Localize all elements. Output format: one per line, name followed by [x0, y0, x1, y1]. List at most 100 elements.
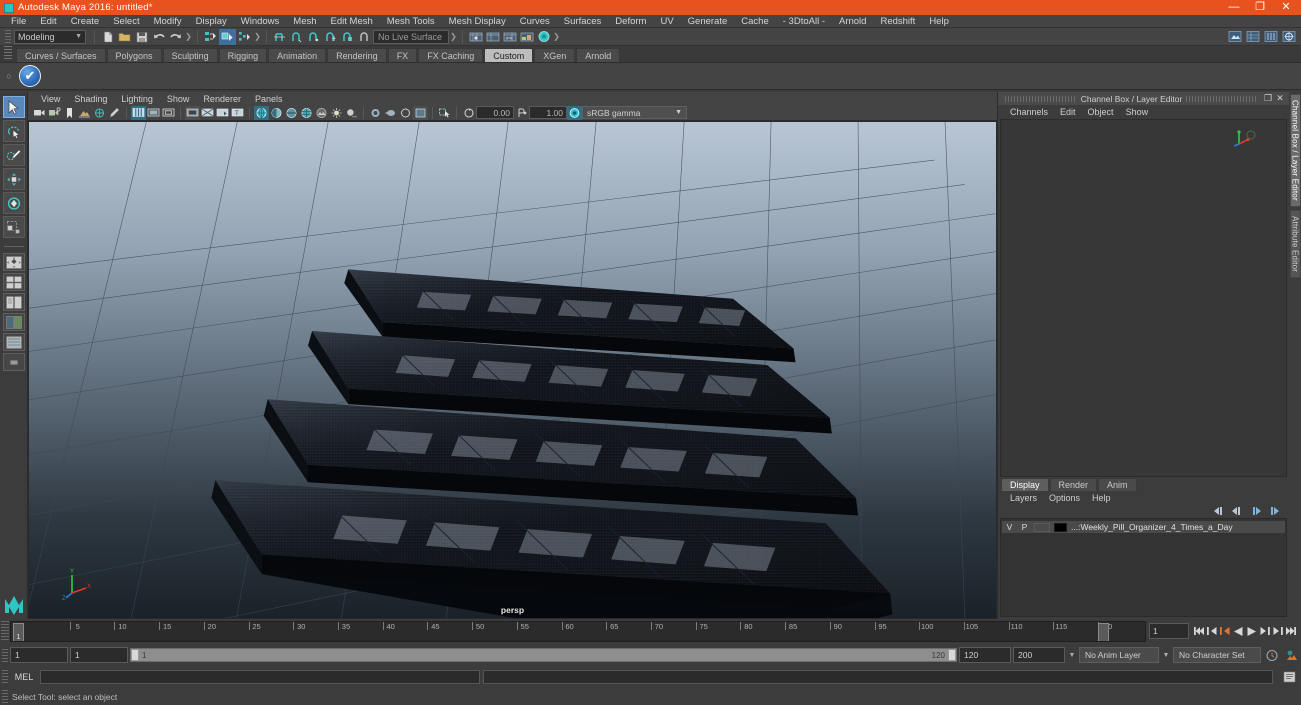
safe-title-icon[interactable]: T [230, 106, 245, 120]
menu-item-redshift[interactable]: Redshift [873, 15, 922, 28]
anim-layer-selector[interactable]: No Anim Layer [1079, 647, 1159, 663]
shelf-tab-fx[interactable]: FX [387, 48, 418, 62]
layer-move-last-icon[interactable] [1269, 506, 1281, 516]
range-start-field[interactable]: 1 [70, 647, 128, 663]
show-hide-tool-settings-icon[interactable] [484, 29, 501, 45]
step-back-keyframe-icon[interactable] [1206, 623, 1219, 639]
anim-layer-chevron-icon[interactable]: ▼ [1161, 652, 1171, 659]
play-forwards-icon[interactable] [1245, 623, 1258, 639]
menu-item-cache[interactable]: Cache [734, 15, 775, 28]
wireframe-on-shaded-icon[interactable] [299, 106, 314, 120]
step-back-frame-icon[interactable] [1219, 623, 1232, 639]
layer-menu-layers[interactable]: Layers [1004, 493, 1043, 503]
show-hide-channel-box-icon[interactable]: IPR [501, 29, 518, 45]
range-bar[interactable]: 1 120 [130, 648, 957, 662]
shelf-tab-fx-caching[interactable]: FX Caching [418, 48, 484, 62]
menu-item-uv[interactable]: UV [653, 15, 680, 28]
exposure-field[interactable]: 0.00 [476, 106, 514, 119]
menu-item-windows[interactable]: Windows [234, 15, 287, 28]
menu-item-curves[interactable]: Curves [513, 15, 557, 28]
shelf-tab-polygons[interactable]: Polygons [106, 48, 162, 62]
play-backwards-icon[interactable] [1232, 623, 1245, 639]
render-current-frame-icon[interactable] [1226, 29, 1243, 45]
select-by-object-icon[interactable] [219, 28, 236, 45]
single-perspective-layout[interactable] [2, 253, 25, 271]
new-scene-icon[interactable] [99, 29, 116, 45]
resolution-gate-icon[interactable] [161, 106, 176, 120]
two-pane-side-layout[interactable] [2, 293, 25, 311]
shelf-tab-sculpting[interactable]: Sculpting [162, 48, 218, 62]
select-by-hierarchy-icon[interactable] [202, 29, 219, 45]
move-tool[interactable] [2, 168, 25, 190]
safe-action-icon[interactable] [215, 106, 230, 120]
animation-end-field[interactable]: 200 [1013, 647, 1065, 663]
viewport-menu-view[interactable]: View [34, 94, 67, 104]
film-gate-icon[interactable] [146, 106, 161, 120]
layer-row[interactable]: V P ...:Weekly_Pill_Organizer_4_Times_a_Da… [1002, 521, 1285, 533]
character-set-selector[interactable]: No Character Set [1173, 647, 1261, 663]
depth-of-field-icon[interactable] [413, 105, 428, 120]
range-bar-start-grip[interactable] [131, 649, 139, 661]
menu-item-surfaces[interactable]: Surfaces [557, 15, 609, 28]
command-language-label[interactable]: MEL [11, 672, 37, 682]
shelf-tab-rendering[interactable]: Rendering [327, 48, 387, 62]
menu-item-edit-mesh[interactable]: Edit Mesh [324, 15, 380, 28]
menu-item-file[interactable]: File [4, 15, 33, 28]
color-management-selector[interactable]: sRGB gamma ▼ [582, 106, 687, 119]
layer-tab-display[interactable]: Display [1001, 478, 1049, 491]
shelf-tab-animation[interactable]: Animation [268, 48, 327, 62]
bookmark-icon[interactable] [62, 106, 77, 120]
persp-outliner-layout[interactable] [2, 333, 25, 351]
command-input[interactable] [40, 669, 480, 684]
layer-menu-options[interactable]: Options [1043, 493, 1086, 503]
grid-icon[interactable] [131, 105, 146, 120]
animation-start-field[interactable]: 1 [10, 647, 68, 663]
snap-to-point-icon[interactable] [305, 29, 322, 45]
shelf-tab-xgen[interactable]: XGen [534, 48, 576, 62]
gamma-field[interactable]: 1.00 [529, 106, 567, 119]
step-forward-keyframe-icon[interactable] [1271, 623, 1284, 639]
menu-item-create[interactable]: Create [64, 15, 107, 28]
time-slider-track[interactable]: 1 5 10 15 20 25 30 35 40 45 50 55 60 65 70 75 80 85 90 95 1… [10, 620, 1146, 642]
menu-item-modify[interactable]: Modify [147, 15, 189, 28]
blue-check-shelf-icon[interactable]: ✔ [19, 65, 41, 87]
save-scene-icon[interactable] [133, 29, 150, 45]
two-d-pan-zoom-icon[interactable] [92, 106, 107, 120]
shelf-tab-curves-surfaces[interactable]: Curves / Surfaces [16, 48, 106, 62]
render-globe-icon[interactable] [535, 29, 552, 45]
lasso-select-tool[interactable] [2, 120, 25, 142]
undock-icon[interactable]: ❐ [1262, 93, 1274, 104]
script-editor-icon[interactable] [1281, 670, 1297, 684]
open-scene-icon[interactable] [116, 29, 133, 45]
snap-to-curve-icon[interactable] [288, 29, 305, 45]
gamma-reset-icon[interactable] [514, 106, 529, 120]
show-hide-attribute-editor-icon[interactable] [467, 29, 484, 45]
more-layouts[interactable] [2, 353, 25, 371]
layer-tab-render[interactable]: Render [1049, 478, 1098, 491]
statusline-section-toggle-2[interactable]: ❯ [253, 30, 262, 44]
two-pane-stacked-layout[interactable] [2, 313, 25, 331]
layer-move-down-icon[interactable] [1250, 506, 1262, 516]
shelf-collapse-handle[interactable] [4, 46, 12, 61]
playback-options-chevron-icon[interactable]: ▼ [1067, 652, 1077, 659]
motion-blur-icon[interactable] [383, 106, 398, 120]
ipr-render-icon[interactable] [1244, 29, 1261, 45]
maximize-button[interactable]: ❐ [1247, 0, 1273, 15]
grease-pencil-icon[interactable] [107, 106, 122, 120]
menu-item-arnold[interactable]: Arnold [832, 15, 873, 28]
shelf-tab-arnold[interactable]: Arnold [576, 48, 621, 62]
film-origin-icon[interactable] [200, 106, 215, 120]
viewport-menu-panels[interactable]: Panels [248, 94, 290, 104]
side-tab-channel-box-layer-editor[interactable]: Channel Box / Layer Editor [1289, 94, 1301, 207]
menu-item-deform[interactable]: Deform [608, 15, 653, 28]
viewport-menu-lighting[interactable]: Lighting [114, 94, 160, 104]
statusline-collapse-handle[interactable] [5, 29, 11, 44]
render-settings-icon[interactable] [1262, 29, 1279, 45]
shelf-tab-custom[interactable]: Custom [484, 48, 534, 62]
layer-visibility-toggle[interactable]: V [1004, 522, 1015, 532]
layer-tab-anim[interactable]: Anim [1098, 478, 1137, 491]
live-surface-field[interactable]: No Live Surface [373, 29, 449, 44]
select-camera-icon[interactable] [32, 106, 47, 120]
animation-preferences-icon[interactable] [1283, 649, 1301, 662]
redo-icon[interactable] [167, 29, 184, 45]
